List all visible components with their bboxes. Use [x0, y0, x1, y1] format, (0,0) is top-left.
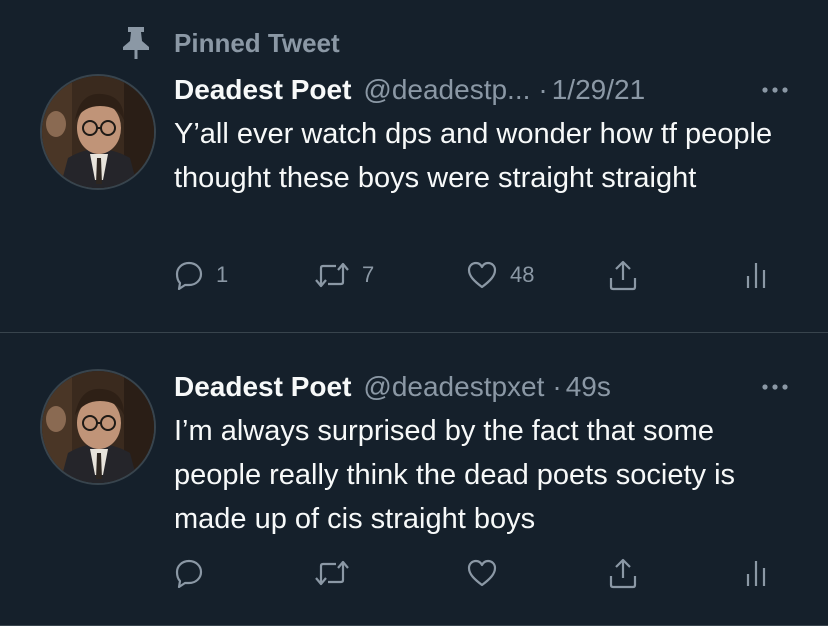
like-button[interactable]: 48	[466, 255, 534, 295]
reply-button[interactable]: 1	[174, 255, 228, 295]
avatar[interactable]	[40, 369, 156, 485]
tweet-timestamp[interactable]: 49s	[566, 371, 611, 403]
tweet-actions	[174, 553, 774, 593]
display-name[interactable]: Deadest Poet	[174, 74, 351, 106]
tweet-header: Deadest Poet @deadestpxet · 49s	[174, 367, 788, 407]
analytics-button[interactable]	[744, 255, 768, 295]
like-count: 48	[510, 262, 535, 287]
retweet-count: 7	[362, 262, 375, 287]
user-handle[interactable]: @deadestp...	[363, 74, 530, 106]
more-options-icon[interactable]	[762, 383, 788, 391]
separator-dot: ·	[552, 371, 562, 402]
tweet[interactable]: Deadest Poet @deadestpxet · 49s I’m alwa…	[0, 333, 828, 626]
user-handle[interactable]: @deadestpxet	[363, 371, 544, 403]
pin-icon	[118, 26, 154, 60]
analytics-button[interactable]	[744, 553, 768, 593]
share-icon	[608, 259, 638, 291]
tweet-text: Y’all ever watch dps and wonder how tf p…	[174, 118, 773, 194]
share-icon	[608, 557, 638, 589]
display-name[interactable]: Deadest Poet	[174, 371, 351, 403]
pinned-indicator: Pinned Tweet	[118, 26, 340, 60]
reply-count: 1	[216, 262, 229, 287]
retweet-icon	[314, 261, 350, 289]
reply-icon	[174, 558, 204, 588]
heart-icon	[466, 558, 498, 588]
like-button[interactable]	[466, 553, 510, 593]
share-button[interactable]	[608, 553, 638, 593]
analytics-icon	[744, 558, 768, 588]
tweet-timestamp[interactable]: 1/29/21	[552, 74, 645, 106]
more-options-icon[interactable]	[762, 86, 788, 94]
tweet-header: Deadest Poet @deadestp... · 1/29/21	[174, 70, 788, 110]
tweet-text: I’m always surprised by the fact that so…	[174, 415, 736, 535]
retweet-button[interactable]: 7	[314, 255, 374, 295]
reply-icon	[174, 260, 204, 290]
reply-button[interactable]	[174, 553, 216, 593]
share-button[interactable]	[608, 255, 638, 295]
analytics-icon	[744, 260, 768, 290]
retweet-icon	[314, 559, 350, 587]
retweet-button[interactable]	[314, 553, 362, 593]
separator-dot: ·	[538, 74, 548, 105]
heart-icon	[466, 260, 498, 290]
pinned-tweet-label: Pinned Tweet	[174, 27, 340, 58]
tweet-actions: 1 7 48	[174, 255, 774, 295]
tweet[interactable]: Pinned Tweet Deadest Poet @deadestp... ·…	[0, 0, 828, 333]
avatar[interactable]	[40, 74, 156, 190]
